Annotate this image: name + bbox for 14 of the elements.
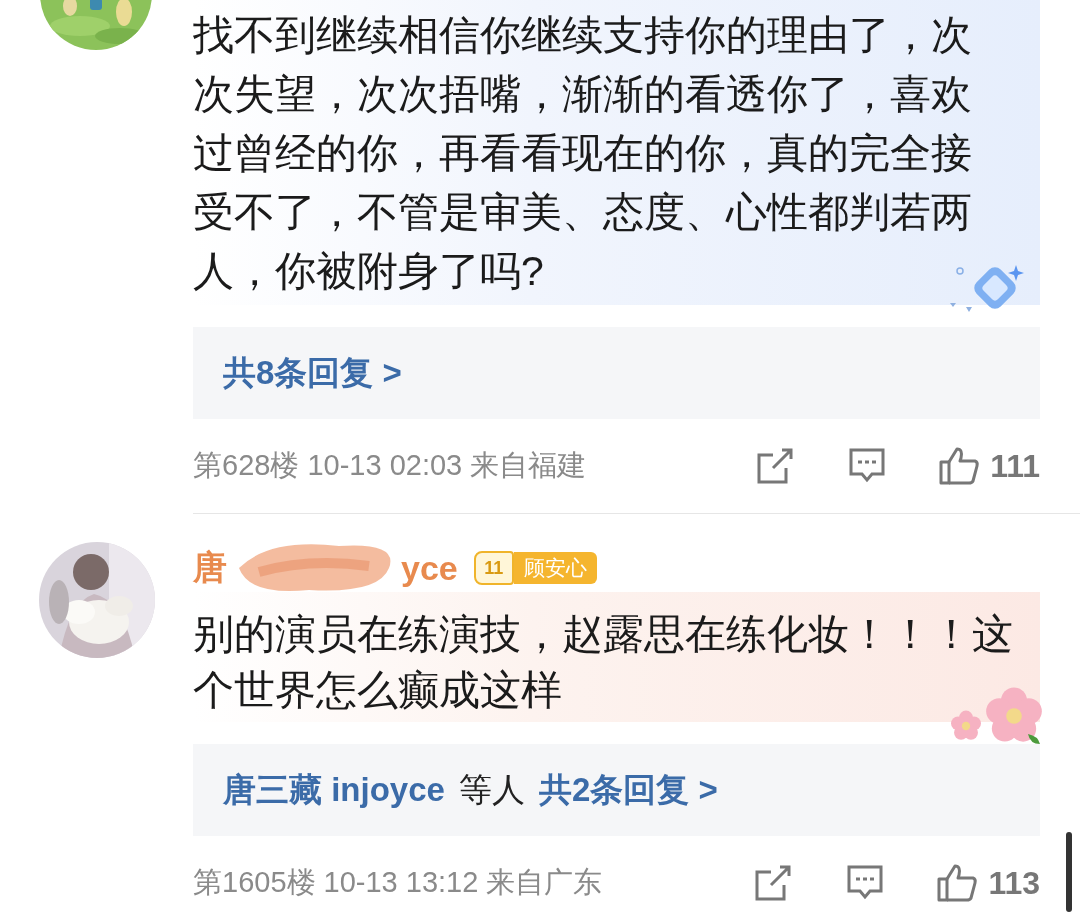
reply-text: 等人 xyxy=(458,769,525,810)
reply-link[interactable]: 共8条回复 > xyxy=(223,350,402,396)
username[interactable]: yce xyxy=(401,548,458,588)
fan-badge-label: 顾安心 xyxy=(513,552,597,584)
reply-link[interactable]: 唐三藏 injoyce xyxy=(223,767,445,813)
fan-level-badge: 11 xyxy=(473,551,514,585)
comment-meta: 第628楼 10-13 02:03 来自福建 xyxy=(193,448,588,483)
like-button[interactable]: 111 xyxy=(938,446,1040,486)
comment-text: 找不到继续相信你继续支持你的理由了，次次失望，次次捂嘴，渐渐的看透你了，喜欢过曾经的你，再看看现在的你，真的完全接受不了，不管是审美、态度、心性都判若两人，你被附身了吗? xyxy=(193,11,973,296)
username[interactable]: 唐 xyxy=(193,545,227,591)
like-button[interactable]: 113 xyxy=(936,863,1040,903)
reply-link[interactable]: 共2条回复 > xyxy=(538,767,718,813)
comment-text: 别的演员在练演技，赵露思在练化妆！！！这个世界怎么癫成这样 xyxy=(193,610,1014,715)
comment-meta: 第1605楼 10-13 13:12 来自广东 xyxy=(193,865,604,900)
